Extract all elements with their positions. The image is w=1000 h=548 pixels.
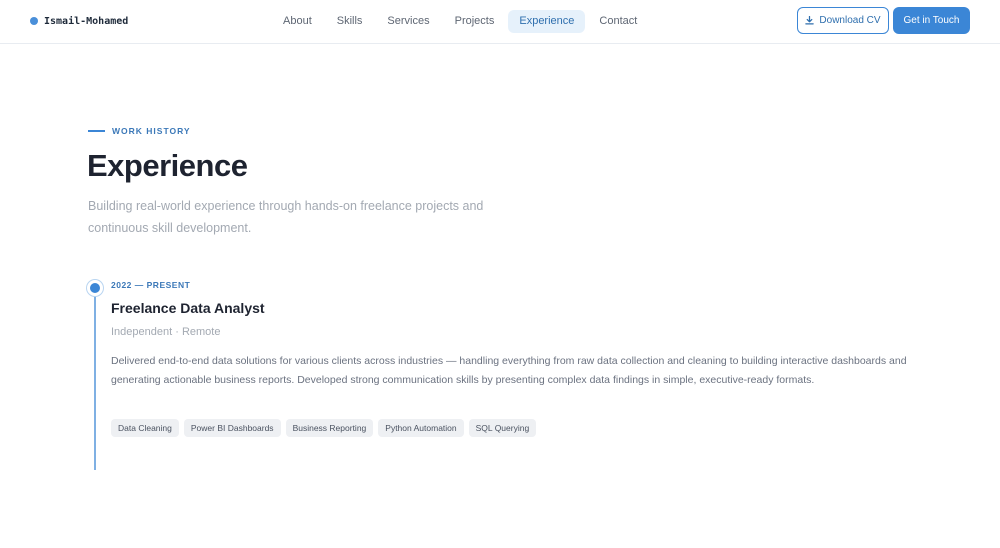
skill-tag: Python Automation <box>378 419 464 437</box>
section-title: Experience <box>87 148 248 183</box>
download-icon <box>805 16 815 25</box>
skill-tag: Data Cleaning <box>111 419 179 437</box>
timeline-line <box>94 292 96 470</box>
brand-name: Ismail-Mohamed <box>44 15 129 27</box>
skill-tag: Power BI Dashboards <box>183 419 281 437</box>
timeline-dot-icon <box>87 280 103 296</box>
get-in-touch-button[interactable]: Get in Touch <box>893 7 970 34</box>
nav-link-experience[interactable]: Experience <box>508 10 586 33</box>
experience-description: Delivered end-to-end data solutions for … <box>111 355 907 386</box>
nav-link-services[interactable]: Services <box>376 10 440 33</box>
eyebrow-text: WORK HISTORY <box>112 126 191 136</box>
brand-logo[interactable]: Ismail-Mohamed <box>30 14 128 28</box>
experience-title: Freelance Data Analyst <box>111 300 265 316</box>
nav-links: About Skills Services Projects Experienc… <box>272 10 651 33</box>
experience-meta: Independent · Remote <box>111 326 221 338</box>
nav-link-about[interactable]: About <box>272 10 323 33</box>
skill-tag: SQL Querying <box>468 419 537 437</box>
navbar: Ismail-Mohamed About Skills Services Pro… <box>0 0 1000 44</box>
skill-tag: Business Reporting <box>285 419 374 437</box>
get-in-touch-label: Get in Touch <box>903 15 960 26</box>
nav-link-projects[interactable]: Projects <box>444 10 506 33</box>
nav-link-contact[interactable]: Contact <box>588 10 648 33</box>
section-eyebrow: WORK HISTORY <box>88 125 191 137</box>
experience-period: 2022 — PRESENT <box>111 280 191 290</box>
eyebrow-line <box>88 130 105 132</box>
section-subtitle: Building real-world experience through h… <box>88 199 484 235</box>
brand-dot-icon <box>30 17 38 25</box>
download-cv-label: Download CV <box>819 15 881 26</box>
download-cv-button[interactable]: Download CV <box>797 7 889 34</box>
nav-link-skills[interactable]: Skills <box>326 10 374 33</box>
skill-tags: Data Cleaning Power BI Dashboards Busine… <box>111 419 541 437</box>
